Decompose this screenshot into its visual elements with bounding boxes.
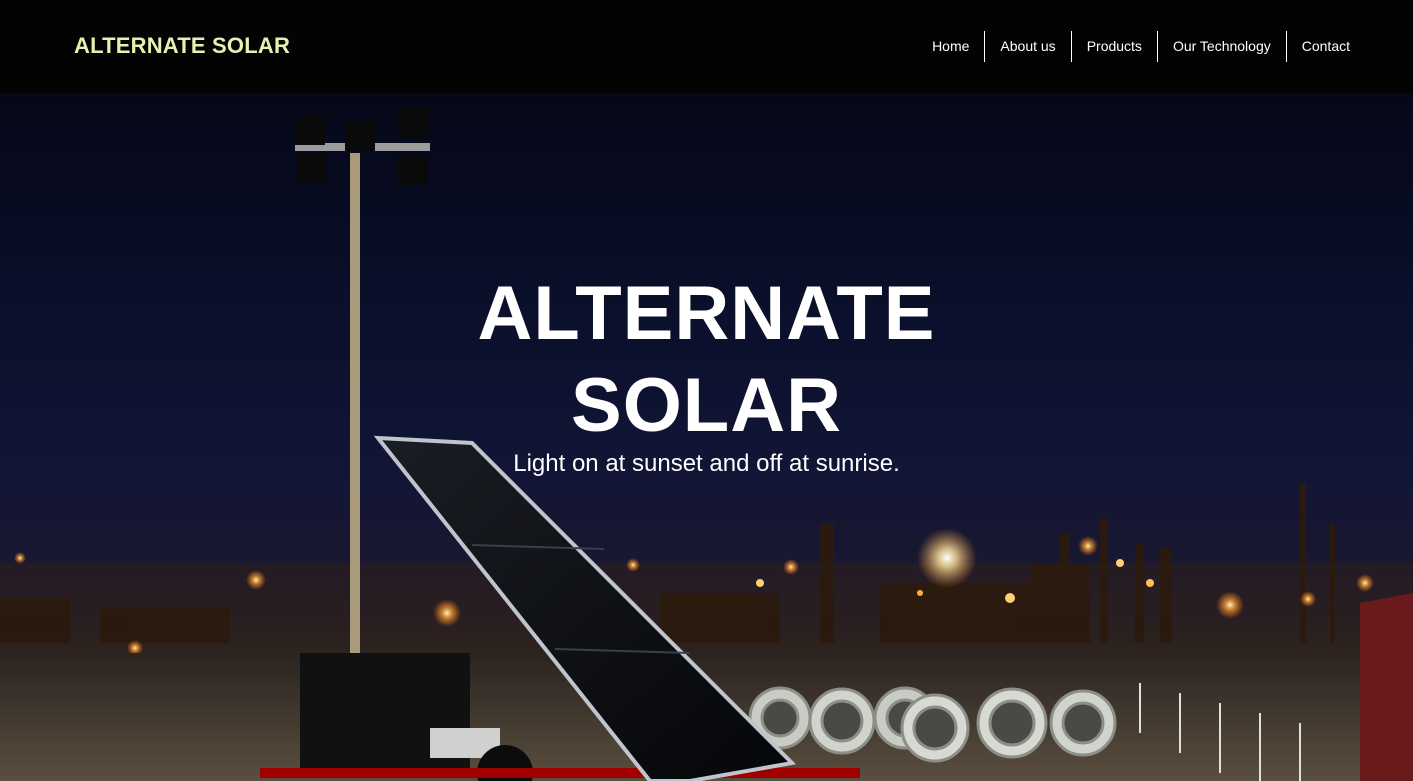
nav-products[interactable]: Products xyxy=(1070,31,1157,62)
nav-contact[interactable]: Contact xyxy=(1285,31,1365,62)
hero-title: ALTERNATE SOLAR xyxy=(0,268,1413,452)
hero-title-line-1: ALTERNATE xyxy=(477,271,936,356)
hero-title-line-2: SOLAR xyxy=(571,363,842,448)
hero-subtitle: Light on at sunset and off at sunrise. xyxy=(513,450,900,477)
brand-logo-link[interactable]: ALTERNATE SOLAR xyxy=(74,33,290,59)
main-nav: Home About us Products Our Technology Co… xyxy=(917,31,1365,62)
hero-section: ALTERNATE SOLAR Light on at sunset and o… xyxy=(0,93,1413,781)
nav-about-us[interactable]: About us xyxy=(984,31,1070,62)
nav-home[interactable]: Home xyxy=(917,31,984,62)
nav-our-technology[interactable]: Our Technology xyxy=(1156,31,1286,62)
site-header: ALTERNATE SOLAR Home About us Products O… xyxy=(0,0,1413,93)
page: ALTERNATE SOLAR Home About us Products O… xyxy=(0,0,1413,781)
